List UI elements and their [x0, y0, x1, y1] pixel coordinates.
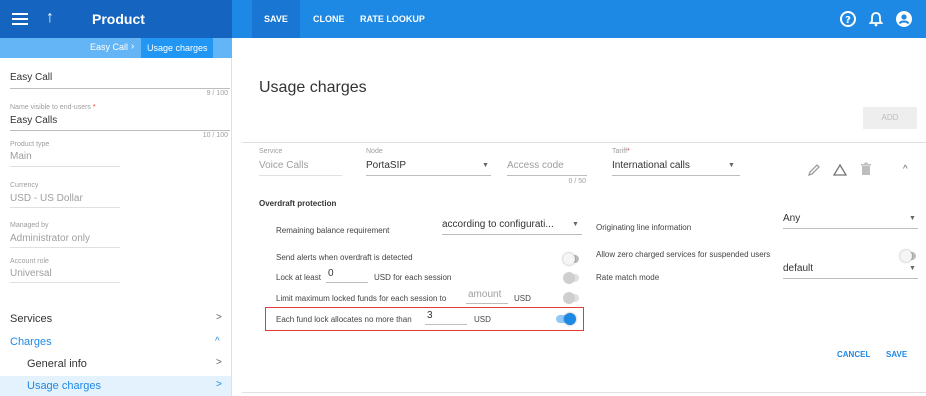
sidebar-item-general-info[interactable]: General info [27, 358, 87, 370]
dropdown-arrow-icon[interactable]: ▼ [572, 221, 579, 228]
chevron-right-icon: > [216, 379, 222, 390]
dropdown-arrow-icon[interactable]: ▼ [482, 162, 489, 169]
visible-name-field[interactable]: Easy Calls [10, 115, 57, 126]
section-title: Usage charges [259, 79, 367, 96]
chevron-up-icon: ^ [215, 336, 220, 347]
lock-at-least-toggle[interactable] [563, 272, 579, 284]
chevron-right-icon: > [216, 312, 222, 323]
hamburger-menu-icon[interactable] [12, 10, 28, 28]
divider [10, 88, 230, 89]
arrow-up-icon[interactable]: ↑ [46, 8, 54, 28]
breadcrumb-current: Usage charges [141, 38, 213, 58]
send-alerts-toggle[interactable] [563, 253, 579, 265]
allow-zero-label: Allow zero charged services for suspende… [596, 250, 771, 259]
divider [425, 324, 467, 325]
rate-lookup-button[interactable]: RATE LOOKUP [348, 0, 437, 38]
limit-max-label: Limit maximum locked funds for each sess… [276, 294, 447, 303]
save-button[interactable]: SAVE [886, 350, 907, 359]
dropdown-arrow-icon[interactable]: ▼ [909, 265, 916, 272]
divider [507, 175, 587, 176]
rate-match-select[interactable]: default [783, 263, 813, 274]
product-type-value: Main [10, 151, 32, 162]
divider [466, 303, 508, 304]
product-type-label: Product type [10, 141, 50, 148]
divider [242, 392, 926, 393]
service-value: Voice Calls [259, 160, 309, 171]
divider [10, 282, 120, 283]
divider [326, 282, 368, 283]
edit-icon[interactable] [807, 163, 821, 177]
limit-max-toggle[interactable] [563, 292, 579, 304]
managed-by-value: Administrator only [10, 233, 91, 244]
sidebar-item-charges[interactable]: Charges [10, 336, 52, 348]
sidebar-item-usage-charges[interactable]: Usage charges [27, 380, 101, 392]
visible-name-counter: 10 / 100 [202, 132, 228, 139]
divider [10, 247, 120, 248]
dropdown-arrow-icon[interactable]: ▼ [728, 162, 735, 169]
breadcrumb-parent[interactable]: Easy Call [90, 42, 128, 52]
chevron-right-icon: > [216, 357, 222, 368]
access-code-input[interactable]: Access code [507, 160, 564, 171]
divider [10, 207, 120, 208]
divider [242, 142, 926, 143]
delete-icon[interactable] [860, 162, 872, 176]
cancel-button[interactable]: CANCEL [837, 350, 870, 359]
send-alerts-label: Send alerts when overdraft is detected [276, 253, 413, 262]
name-counter: 9 / 100 [206, 90, 228, 97]
divider [783, 228, 918, 229]
add-button[interactable]: ADD [863, 107, 917, 129]
collapse-chevron-icon[interactable]: ^ [903, 164, 908, 175]
rate-match-label: Rate match mode [596, 273, 660, 282]
limit-max-input[interactable]: amount [468, 289, 501, 300]
divider [10, 166, 120, 167]
account-icon[interactable] [894, 9, 914, 29]
product-name-field[interactable]: Easy Call [10, 72, 52, 83]
tariff-label: Tariff* [612, 148, 630, 155]
currency-label: Currency [10, 182, 39, 189]
overdraft-heading: Overdraft protection [259, 199, 337, 208]
divider [366, 175, 491, 176]
divider [10, 130, 230, 131]
bell-icon[interactable] [866, 9, 886, 29]
lock-at-least-input[interactable]: 0 [328, 268, 334, 279]
each-fund-suffix: USD [474, 315, 491, 324]
limit-max-suffix: USD [514, 294, 531, 303]
lock-at-least-label: Lock at least [276, 273, 321, 282]
divider [442, 234, 582, 235]
remaining-balance-select[interactable]: according to configurati... [442, 219, 554, 230]
remaining-balance-label: Remaining balance requirement [276, 226, 390, 235]
originating-line-label: Originating line information [596, 223, 692, 232]
help-icon[interactable]: ? [838, 9, 858, 29]
each-fund-label: Each fund lock allocates no more than [276, 315, 412, 324]
each-fund-input[interactable]: 3 [427, 310, 433, 321]
node-select[interactable]: PortaSIP [366, 160, 406, 171]
divider [612, 175, 740, 176]
managed-by-label: Managed by [10, 222, 49, 229]
breadcrumb-chevron-icon: › [131, 41, 135, 52]
account-role-value: Universal [10, 268, 52, 279]
account-role-label: Account role [10, 258, 49, 265]
save-top-button[interactable]: SAVE [252, 0, 300, 38]
sidebar-item-services[interactable]: Services [10, 313, 52, 325]
each-fund-toggle[interactable] [556, 313, 576, 325]
divider [783, 278, 918, 279]
visible-name-label: Name visible to end-users * [10, 104, 96, 111]
dropdown-arrow-icon[interactable]: ▼ [909, 215, 916, 222]
allow-zero-toggle[interactable] [900, 250, 916, 262]
page-title: Product [92, 11, 145, 27]
tariff-select[interactable]: International calls [612, 160, 690, 171]
originating-line-select[interactable]: Any [783, 213, 800, 224]
lock-at-least-suffix: USD for each session [374, 273, 452, 282]
service-label: Service [259, 148, 283, 155]
access-code-counter: 0 / 50 [568, 178, 586, 185]
node-label: Node [366, 148, 383, 155]
currency-value: USD - US Dollar [10, 193, 83, 204]
svg-text:?: ? [845, 15, 851, 26]
divider [259, 175, 342, 176]
warning-icon[interactable] [833, 163, 847, 177]
